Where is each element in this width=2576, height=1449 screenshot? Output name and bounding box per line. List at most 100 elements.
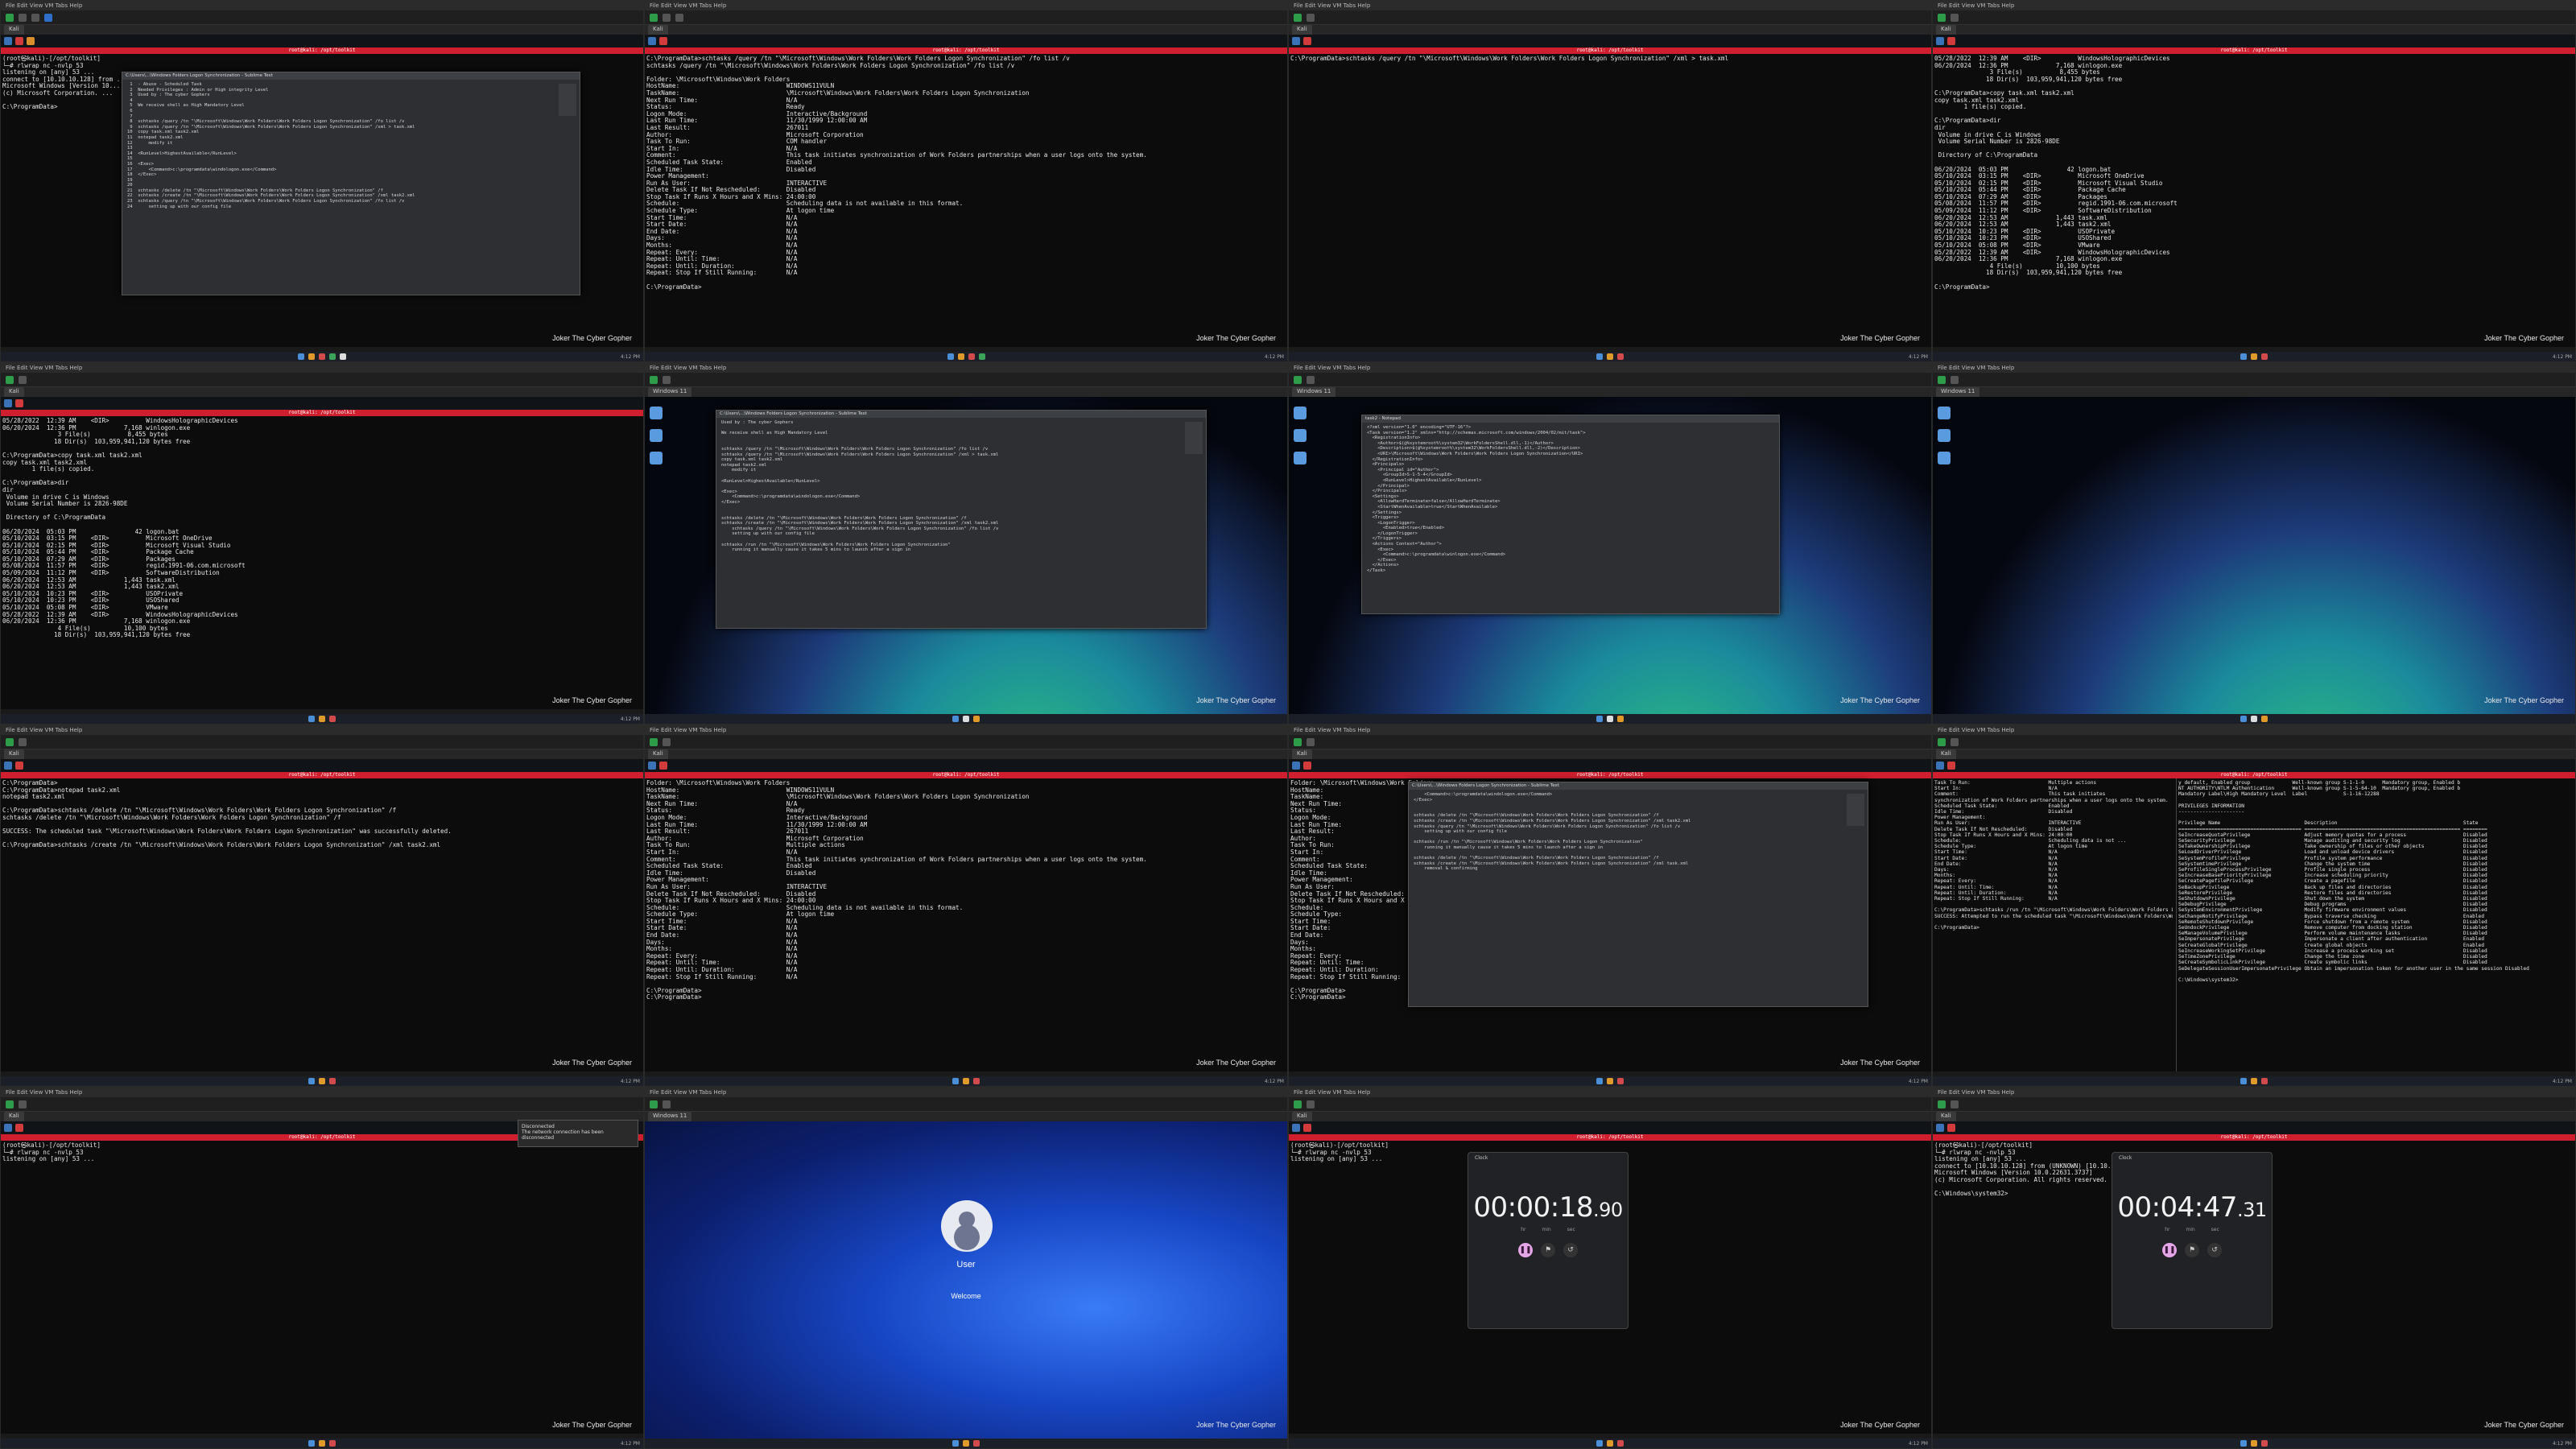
power-icon[interactable] (650, 1100, 658, 1108)
recycle-bin-icon[interactable] (1294, 407, 1307, 419)
terminal-pane-right[interactable]: y default, Enabled group Well-known grou… (2176, 778, 2575, 1071)
vm-menubar[interactable]: File Edit View VM Tabs Help (1289, 1088, 1931, 1097)
notepad-window[interactable]: task2 - Notepad <?xml version="1.0" enco… (1361, 415, 1780, 614)
vm-tab[interactable]: Kali (1936, 749, 1956, 759)
edge-icon[interactable] (1938, 429, 1951, 442)
snapshot-icon[interactable] (663, 737, 671, 746)
explorer-icon[interactable] (319, 1440, 325, 1447)
snapshot-icon[interactable] (19, 13, 27, 22)
terminal-icon[interactable] (15, 762, 23, 770)
explorer-icon[interactable] (1607, 1440, 1613, 1447)
terminal-pane-left[interactable]: Task To Run: Multiple actions Start In: … (1933, 778, 2174, 1071)
vm-tab[interactable]: Windows 11 (1936, 387, 1980, 397)
fullscreen-icon[interactable] (44, 13, 52, 22)
power-icon[interactable] (1294, 375, 1302, 384)
vm-menubar[interactable]: File Edit View VM Tabs Help (645, 363, 1287, 373)
start-icon[interactable] (1596, 716, 1603, 722)
start-icon[interactable] (308, 1440, 315, 1447)
reset-button[interactable]: ↺ (2207, 1243, 2222, 1257)
snapshot-icon[interactable] (1951, 737, 1959, 746)
app-icon[interactable] (1617, 353, 1624, 360)
vm-tab[interactable]: Kali (1292, 25, 1312, 35)
terminal-icon[interactable] (659, 37, 667, 45)
start-icon[interactable] (298, 353, 304, 360)
terminal-output[interactable]: y default, Enabled group Well-known grou… (2178, 780, 2574, 1071)
snapshot-icon[interactable] (663, 13, 671, 22)
explorer-icon[interactable] (308, 353, 315, 360)
app-icon[interactable] (2261, 1078, 2268, 1084)
terminal-output[interactable]: C:\ProgramData>schtasks /query /tn "\Mic… (646, 56, 1286, 347)
disconnect-toast[interactable]: Disconnected The network connection has … (518, 1120, 638, 1147)
app-icon[interactable] (2261, 353, 2268, 360)
kali-menu-icon[interactable] (1936, 1124, 1944, 1132)
vm-menubar[interactable]: File Edit View VM Tabs Help (1289, 725, 1931, 735)
terminal-icon[interactable] (1303, 1124, 1311, 1132)
power-icon[interactable] (6, 13, 14, 22)
start-icon[interactable] (947, 353, 954, 360)
power-icon[interactable] (6, 1100, 14, 1108)
editor-content[interactable]: <Command>c:\programdata\windologon.exe</… (1409, 790, 1868, 874)
kali-menu-icon[interactable] (1292, 37, 1300, 45)
power-icon[interactable] (1294, 1100, 1302, 1108)
power-icon[interactable] (650, 13, 658, 22)
vm-menubar[interactable]: File Edit View VM Tabs Help (1289, 1, 1931, 10)
terminal-icon[interactable] (1947, 37, 1955, 45)
windows-login-screen[interactable]: Windows 11 (645, 1112, 1287, 1439)
editor-minimap[interactable] (1847, 794, 1864, 826)
snapshot-icon[interactable] (1307, 1100, 1315, 1108)
explorer-icon[interactable] (2261, 716, 2268, 722)
vm-menubar[interactable]: File Edit View VM Tabs Help (1289, 363, 1931, 373)
app-icon[interactable] (329, 1078, 336, 1084)
notepad-content[interactable]: <?xml version="1.0" encoding="UTF-16"?> … (1362, 423, 1779, 576)
explorer-icon[interactable] (973, 716, 980, 722)
terminal-output[interactable]: C:\ProgramData>schtasks /query /tn "\Mic… (1290, 56, 1930, 347)
pause-button[interactable]: ❚❚ (2162, 1243, 2177, 1257)
search-icon[interactable] (1607, 716, 1613, 722)
kali-menu-icon[interactable] (1292, 1124, 1300, 1132)
terminal-icon[interactable] (1947, 762, 1955, 770)
power-icon[interactable] (650, 737, 658, 746)
vm-tab[interactable]: Kali (1292, 749, 1312, 759)
power-icon[interactable] (1294, 737, 1302, 746)
terminal-icon[interactable] (1303, 37, 1311, 45)
terminal-icon[interactable] (1947, 1124, 1955, 1132)
folder-icon[interactable] (1938, 452, 1951, 464)
app-icon[interactable] (1617, 1440, 1624, 1447)
terminal-icon[interactable] (15, 1124, 23, 1132)
explorer-icon[interactable] (1607, 1078, 1613, 1084)
start-icon[interactable] (2240, 1440, 2247, 1447)
explorer-icon[interactable] (319, 1078, 325, 1084)
start-icon[interactable] (1596, 1078, 1603, 1084)
app-icon[interactable] (968, 353, 975, 360)
snapshot-icon[interactable] (1307, 375, 1315, 384)
power-icon[interactable] (1938, 737, 1946, 746)
terminal-output[interactable]: 05/28/2022 12:39 AM <DIR> WindowsHologra… (2, 418, 642, 709)
start-icon[interactable] (308, 716, 315, 722)
vm-tab[interactable]: Windows 11 (648, 1112, 692, 1121)
kali-menu-icon[interactable] (4, 37, 12, 45)
explorer-icon[interactable] (2251, 353, 2257, 360)
power-icon[interactable] (1938, 1100, 1946, 1108)
app-icon[interactable] (329, 353, 336, 360)
edge-icon[interactable] (650, 429, 663, 442)
snapshot-icon[interactable] (1951, 375, 1959, 384)
folder-icon[interactable] (650, 452, 663, 464)
windows-desktop[interactable]: Windows 11 (1933, 387, 2575, 714)
pause-button[interactable]: ❚❚ (1518, 1243, 1533, 1257)
terminal-icon[interactable] (659, 762, 667, 770)
kali-menu-icon[interactable] (648, 37, 656, 45)
editor-minimap[interactable] (1185, 422, 1203, 454)
vm-tab[interactable]: Kali (4, 749, 24, 759)
vm-menubar[interactable]: File Edit View VM Tabs Help (1933, 1, 2575, 10)
vm-menubar[interactable]: File Edit View VM Tabs Help (645, 725, 1287, 735)
folder-icon[interactable] (1294, 452, 1307, 464)
snapshot-icon[interactable] (19, 375, 27, 384)
vm-menubar[interactable]: File Edit View VM Tabs Help (1, 363, 643, 373)
sublime-editor-window[interactable]: C:\Users\...\Windows Folders Logon Synch… (122, 72, 580, 295)
settings-icon[interactable] (31, 13, 39, 22)
terminal-output[interactable]: Task To Run: Multiple actions Start In: … (1934, 780, 2173, 1071)
clock-stopwatch-window[interactable]: Clock 00:04:47.31 hr min sec ❚❚ ⚑ ↺ (2112, 1152, 2273, 1329)
search-icon[interactable] (963, 716, 969, 722)
snapshot-icon[interactable] (663, 375, 671, 384)
start-icon[interactable] (1596, 353, 1603, 360)
